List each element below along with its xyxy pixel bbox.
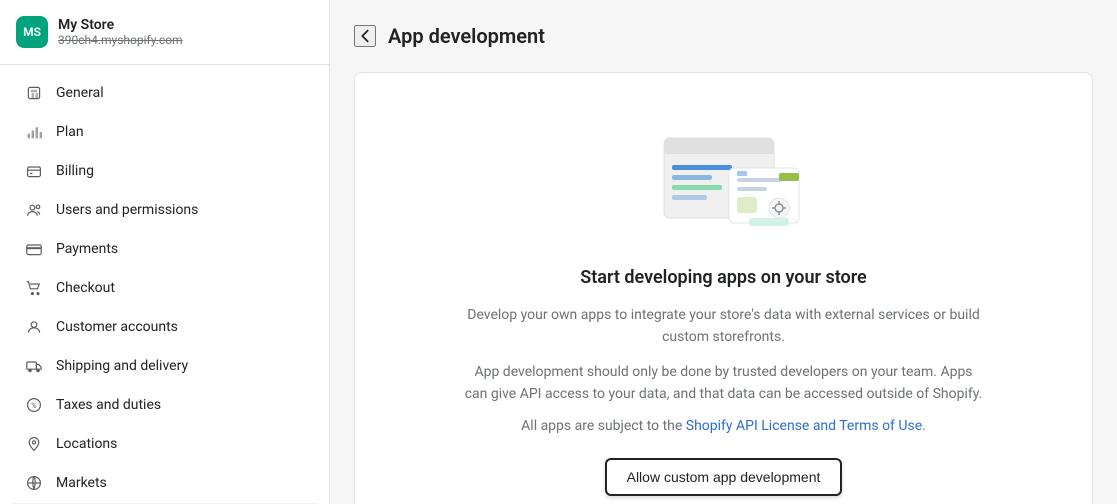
terms-link[interactable]: Shopify API License and Terms of Use [686, 418, 922, 434]
payments-icon [24, 239, 44, 259]
sidebar-item-plan-label: Plan [56, 124, 305, 140]
back-button[interactable] [354, 25, 376, 47]
sidebar-item-users-label: Users and permissions [56, 202, 305, 218]
users-icon [24, 200, 44, 220]
sidebar-item-checkout-label: Checkout [56, 280, 305, 296]
svg-text:%: % [31, 401, 36, 410]
store-url: 390ch4.myshopify.com [58, 33, 183, 47]
store-name: My Store [58, 17, 183, 33]
page-header: App development [354, 24, 1093, 48]
main-content: App development [330, 0, 1117, 504]
sidebar-item-payments[interactable]: Payments [8, 230, 321, 268]
location-icon [24, 434, 44, 454]
sidebar-item-locations-label: Locations [56, 436, 305, 452]
terms-line: All apps are subject to the Shopify API … [521, 418, 926, 434]
sidebar-item-markets[interactable]: Markets [8, 464, 321, 502]
sidebar-item-customer-accounts[interactable]: Customer accounts [8, 308, 321, 346]
sidebar-item-billing[interactable]: Billing [8, 152, 321, 190]
sidebar-item-markets-label: Markets [56, 475, 305, 491]
terms-prefix: All apps are subject to the [521, 418, 686, 434]
sidebar-item-shipping-label: Shipping and delivery [56, 358, 305, 374]
sidebar-item-general-label: General [56, 85, 305, 101]
allow-custom-app-button[interactable]: Allow custom app development [605, 458, 843, 496]
sidebar-item-plan[interactable]: Plan [8, 113, 321, 151]
sidebar-item-shipping[interactable]: Shipping and delivery [8, 347, 321, 385]
store-header: MS My Store 390ch4.myshopify.com [0, 0, 329, 65]
markets-icon [24, 473, 44, 493]
sidebar-item-locations[interactable]: Locations [8, 425, 321, 463]
billing-icon [24, 161, 44, 181]
sidebar-item-payments-label: Payments [56, 241, 305, 257]
person-icon [24, 317, 44, 337]
store-info: My Store 390ch4.myshopify.com [58, 17, 183, 47]
sidebar-item-users[interactable]: Users and permissions [8, 191, 321, 229]
illustration [634, 113, 814, 243]
chart-icon [24, 122, 44, 142]
sidebar-item-taxes[interactable]: % Taxes and duties [8, 386, 321, 424]
sidebar-item-taxes-label: Taxes and duties [56, 397, 305, 413]
cart-icon [24, 278, 44, 298]
store-avatar: MS [16, 16, 48, 48]
app-development-card: Start developing apps on your store Deve… [354, 72, 1093, 504]
card-desc1: Develop your own apps to integrate your … [464, 304, 984, 349]
card-title: Start developing apps on your store [580, 267, 866, 288]
card-desc2: App development should only be done by t… [464, 361, 984, 406]
page-title: App development [388, 24, 545, 48]
building-icon [24, 83, 44, 103]
sidebar-nav: General Plan Billing Users and permissio… [0, 65, 329, 504]
sidebar-item-customer-accounts-label: Customer accounts [56, 319, 305, 335]
sidebar-item-billing-label: Billing [56, 163, 305, 179]
sidebar: MS My Store 390ch4.myshopify.com General… [0, 0, 330, 504]
terms-suffix: . [922, 418, 926, 434]
sidebar-item-checkout[interactable]: Checkout [8, 269, 321, 307]
sidebar-item-general[interactable]: General [8, 74, 321, 112]
tax-icon: % [24, 395, 44, 415]
truck-icon [24, 356, 44, 376]
